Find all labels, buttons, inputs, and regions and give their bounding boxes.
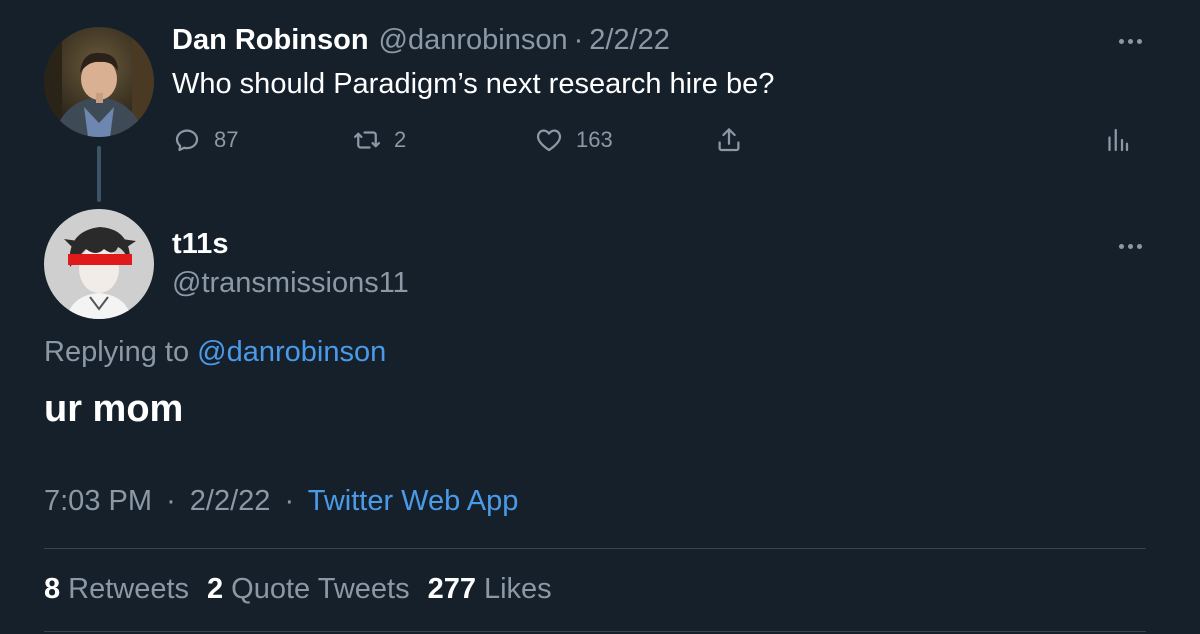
- retweets-label: Retweets: [68, 573, 190, 605]
- retweet-button[interactable]: 2: [352, 120, 406, 160]
- replying-to: Replying to @danrobinson: [44, 336, 386, 369]
- divider: [44, 631, 1146, 632]
- tweet-thread: Dan Robinson @danrobinson · 2/2/22 Who s…: [0, 0, 1200, 634]
- analytics-button[interactable]: [1102, 120, 1132, 160]
- likes-stat[interactable]: 277 Likes: [428, 573, 552, 606]
- redaction-bar: [68, 254, 132, 265]
- retweet-icon: [354, 131, 380, 149]
- parent-tweet-header: Dan Robinson @danrobinson · 2/2/22: [172, 24, 670, 60]
- quote-tweets-stat[interactable]: 2 Quote Tweets: [207, 573, 410, 606]
- share-button[interactable]: [714, 120, 744, 160]
- likes-count: 277: [427, 573, 476, 605]
- like-icon: [536, 129, 562, 152]
- retweets-stat[interactable]: 8 Retweets: [44, 573, 189, 606]
- retweets-count: 8: [44, 573, 61, 605]
- reply-tweet-text: ur mom: [44, 388, 184, 430]
- reply-handle[interactable]: @transmissions11: [172, 267, 409, 300]
- share-icon: [718, 128, 740, 152]
- quote-tweets-count: 2: [207, 573, 224, 605]
- reply-icon: [175, 129, 199, 152]
- avatar-illustration: [44, 209, 154, 319]
- like-count: 163: [576, 127, 613, 152]
- reply-button[interactable]: 87: [172, 120, 238, 160]
- quote-tweets-label: Quote Tweets: [231, 573, 410, 605]
- thread-connector-line: [97, 146, 101, 202]
- tweet-time[interactable]: 7:03 PM: [44, 485, 152, 517]
- retweet-count: 2: [394, 127, 407, 152]
- source-link[interactable]: Twitter Web App: [308, 485, 519, 517]
- engagement-stats: 8 Retweets 2 Quote Tweets 277 Likes: [44, 573, 552, 606]
- like-button[interactable]: 163: [534, 120, 613, 160]
- parent-display-name[interactable]: Dan Robinson: [172, 24, 369, 57]
- more-icon[interactable]: [1110, 31, 1150, 51]
- header-separator: ·: [573, 24, 584, 56]
- avatar-photo: [44, 27, 154, 137]
- avatar-t11s[interactable]: [44, 209, 154, 319]
- parent-date[interactable]: 2/2/22: [589, 24, 670, 57]
- meta-separator-2: ·: [284, 485, 295, 517]
- replying-to-prefix: Replying to: [44, 336, 190, 368]
- tweet-metadata: 7:03 PM · 2/2/22 · Twitter Web App: [44, 485, 518, 518]
- reply-display-name[interactable]: t11s: [172, 228, 228, 261]
- more-icon[interactable]: [1110, 236, 1150, 256]
- parent-tweet-text: Who should Paradigm’s next research hire…: [172, 68, 775, 100]
- avatar-dan-robinson[interactable]: [44, 27, 154, 137]
- replying-to-mention-link[interactable]: @danrobinson: [197, 336, 386, 368]
- analytics-icon: [1108, 128, 1129, 152]
- reply-count: 87: [214, 127, 239, 152]
- tweet-date[interactable]: 2/2/22: [190, 485, 271, 517]
- parent-handle[interactable]: @danrobinson: [379, 24, 568, 57]
- divider: [44, 548, 1146, 549]
- likes-label: Likes: [483, 573, 552, 605]
- meta-separator: ·: [166, 485, 176, 517]
